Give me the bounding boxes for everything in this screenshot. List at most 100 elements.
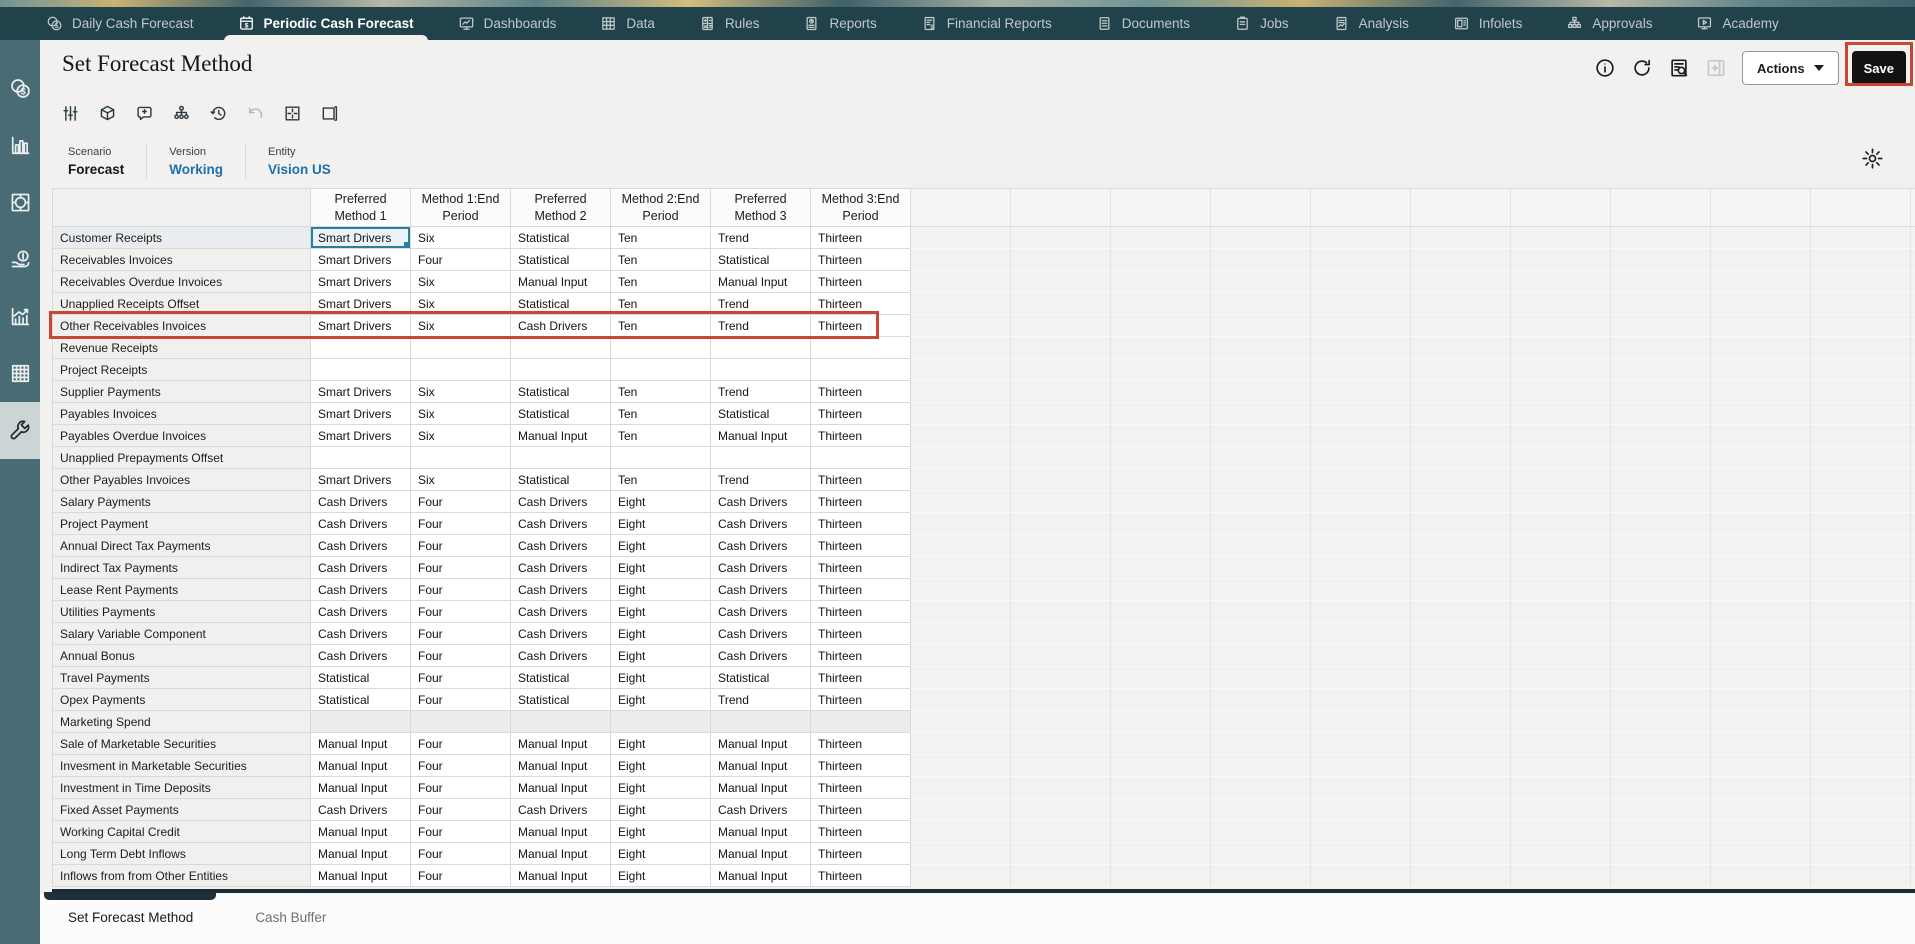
nav-tab-data[interactable]: Data xyxy=(600,7,655,40)
grid-cell[interactable]: Manual Input xyxy=(511,425,611,447)
grid-cell[interactable]: Four xyxy=(411,249,511,271)
nav-tab-rules[interactable]: Rules xyxy=(699,7,759,40)
grid-cell[interactable]: Cash Drivers xyxy=(311,799,411,821)
grid-cell[interactable]: Four xyxy=(411,689,511,711)
sidebar-item-analysis[interactable] xyxy=(0,288,40,345)
grid-cell[interactable]: Thirteen xyxy=(811,381,911,403)
grid-settings-gear-icon[interactable] xyxy=(1861,144,1889,172)
grid-cell[interactable]: Manual Input xyxy=(511,755,611,777)
grid-cell[interactable]: Thirteen xyxy=(811,425,911,447)
grid-cell[interactable]: Thirteen xyxy=(811,667,911,689)
grid-cell[interactable]: Trend xyxy=(711,227,811,249)
grid-cell[interactable]: Manual Input xyxy=(511,865,611,887)
grid-cell[interactable]: Manual Input xyxy=(311,733,411,755)
grid-cell[interactable]: Cash Drivers xyxy=(711,601,811,623)
grid-cell[interactable] xyxy=(411,447,511,469)
grid-cell[interactable]: Thirteen xyxy=(811,227,911,249)
grid-cell[interactable]: Thirteen xyxy=(811,689,911,711)
grid-cell[interactable]: Thirteen xyxy=(811,777,911,799)
grid-cell[interactable]: Cash Drivers xyxy=(511,601,611,623)
grid-cell[interactable]: Thirteen xyxy=(811,623,911,645)
grid-cell[interactable]: Smart Drivers xyxy=(311,227,411,249)
grid-cell[interactable]: Cash Drivers xyxy=(511,491,611,513)
grid-layout-button[interactable] xyxy=(278,99,306,127)
comments-button[interactable] xyxy=(130,99,158,127)
nav-tab-approvals[interactable]: Approvals xyxy=(1566,7,1652,40)
pov-member-value[interactable]: Vision US xyxy=(268,162,331,177)
sidebar-item-funding[interactable] xyxy=(0,231,40,288)
pov-member-entity[interactable]: Entity Vision US xyxy=(268,146,331,177)
grid-cell[interactable]: Cash Drivers xyxy=(711,799,811,821)
grid-cell[interactable]: Manual Input xyxy=(711,733,811,755)
grid-cell[interactable]: Statistical xyxy=(511,249,611,271)
grid-cell[interactable]: Cash Drivers xyxy=(311,601,411,623)
grid-cell[interactable]: Cash Drivers xyxy=(511,623,611,645)
grid-cell[interactable]: Cash Drivers xyxy=(511,513,611,535)
grid-cell[interactable]: Manual Input xyxy=(711,755,811,777)
grid-cell[interactable]: Thirteen xyxy=(811,579,911,601)
grid-cell[interactable]: Manual Input xyxy=(511,271,611,293)
grid-cell[interactable]: Cash Drivers xyxy=(511,535,611,557)
pov-member-value[interactable]: Working xyxy=(169,162,223,177)
grid-cell[interactable] xyxy=(711,711,811,733)
grid-cell[interactable]: Statistical xyxy=(511,403,611,425)
grid-cell[interactable] xyxy=(311,337,411,359)
grid-cell[interactable] xyxy=(711,359,811,381)
grid-cell[interactable]: Thirteen xyxy=(811,491,911,513)
grid-cell[interactable] xyxy=(811,711,911,733)
grid-cell[interactable]: Ten xyxy=(611,293,711,315)
pov-member-version[interactable]: Version Working xyxy=(169,146,223,177)
grid-cell[interactable]: Smart Drivers xyxy=(311,381,411,403)
grid-cell[interactable]: Eight xyxy=(611,557,711,579)
grid-cell[interactable]: Manual Input xyxy=(311,755,411,777)
grid-cell[interactable]: Six xyxy=(411,381,511,403)
grid-cell[interactable]: Cash Drivers xyxy=(711,491,811,513)
nav-tab-financial-reports[interactable]: $ Financial Reports xyxy=(921,7,1052,40)
grid-cell[interactable] xyxy=(711,447,811,469)
nav-tab-jobs[interactable]: Jobs xyxy=(1234,7,1289,40)
sidebar-item-configure[interactable] xyxy=(0,402,40,459)
saved-selections-icon[interactable] xyxy=(1668,56,1692,80)
grid-cell[interactable]: Trend xyxy=(711,689,811,711)
grid-cell[interactable]: Manual Input xyxy=(711,271,811,293)
grid-cell[interactable]: Four xyxy=(411,667,511,689)
grid-cell[interactable]: Statistical xyxy=(711,249,811,271)
grid-cell[interactable] xyxy=(611,447,711,469)
grid-cell[interactable]: Manual Input xyxy=(511,733,611,755)
grid-cell[interactable]: Thirteen xyxy=(811,249,911,271)
grid-cell[interactable]: Thirteen xyxy=(811,601,911,623)
grid-cell[interactable] xyxy=(511,711,611,733)
grid-cell[interactable]: Statistical xyxy=(711,667,811,689)
grid-cell[interactable]: Thirteen xyxy=(811,755,911,777)
grid-cell[interactable]: Thirteen xyxy=(811,535,911,557)
grid-cell[interactable] xyxy=(311,711,411,733)
save-button[interactable]: Save xyxy=(1851,51,1906,85)
info-icon[interactable] xyxy=(1594,56,1618,80)
grid-cell[interactable] xyxy=(711,337,811,359)
grid-cell[interactable] xyxy=(511,359,611,381)
grid-cell[interactable]: Eight xyxy=(611,535,711,557)
grid-cell[interactable] xyxy=(611,359,711,381)
dimensions-button[interactable] xyxy=(93,99,121,127)
grid-cell[interactable]: Ten xyxy=(611,271,711,293)
grid-cell[interactable]: Six xyxy=(411,271,511,293)
grid-cell[interactable] xyxy=(511,447,611,469)
grid-cell[interactable]: Manual Input xyxy=(511,843,611,865)
grid-cell[interactable]: Manual Input xyxy=(311,777,411,799)
grid-cell[interactable]: Cash Drivers xyxy=(711,535,811,557)
grid-cell[interactable]: Manual Input xyxy=(511,821,611,843)
grid-cell[interactable]: Cash Drivers xyxy=(711,623,811,645)
grid-cell[interactable]: Eight xyxy=(611,799,711,821)
grid-cell[interactable]: Cash Drivers xyxy=(311,535,411,557)
adjust-button[interactable] xyxy=(56,99,84,127)
grid-cell[interactable]: Four xyxy=(411,601,511,623)
sidebar-item-reports[interactable] xyxy=(0,117,40,174)
grid-cell[interactable]: Manual Input xyxy=(711,777,811,799)
grid-cell[interactable]: Statistical xyxy=(511,381,611,403)
grid-cell[interactable]: Ten xyxy=(611,249,711,271)
grid-cell[interactable]: Six xyxy=(411,293,511,315)
grid-cell[interactable]: Cash Drivers xyxy=(511,557,611,579)
grid-cell[interactable]: Manual Input xyxy=(711,425,811,447)
sidebar-item-dashboards[interactable] xyxy=(0,174,40,231)
grid-cell[interactable]: Ten xyxy=(611,381,711,403)
